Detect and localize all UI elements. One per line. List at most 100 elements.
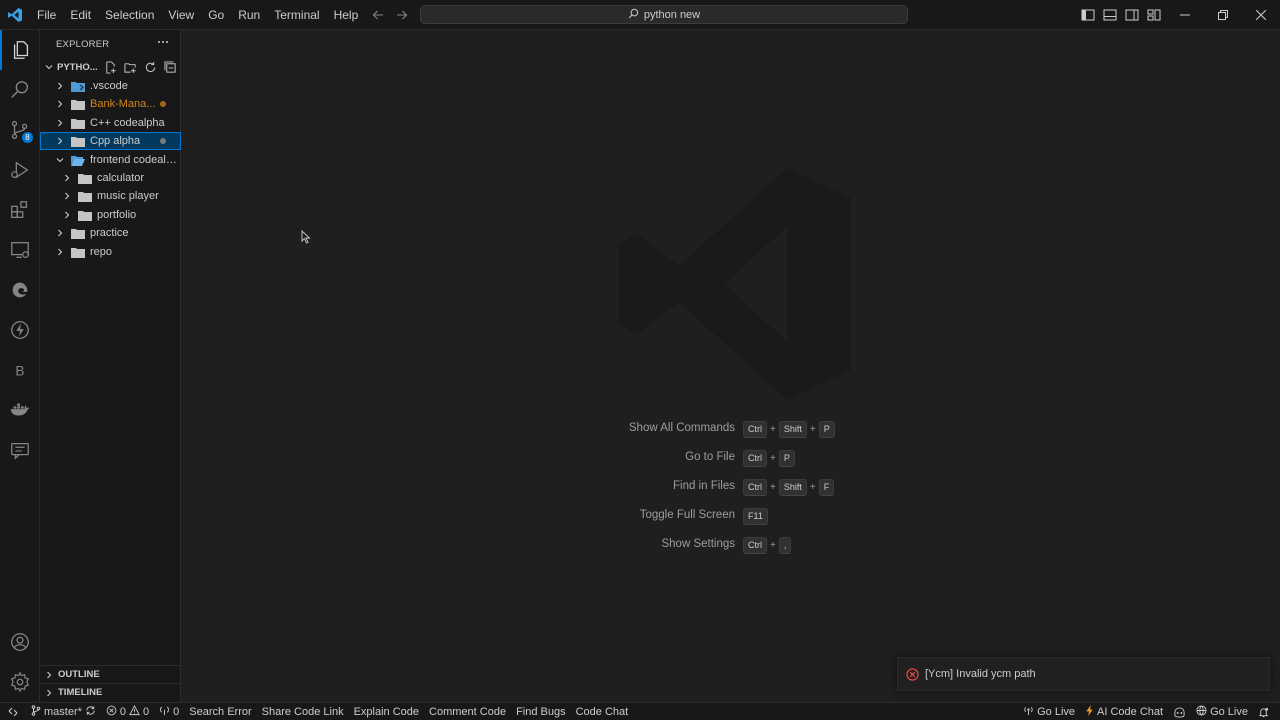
settings-gear-icon[interactable]	[0, 662, 40, 702]
menu-edit[interactable]: Edit	[63, 0, 98, 30]
refresh-icon[interactable]	[142, 59, 158, 75]
share-code-link-button[interactable]: Share Code Link	[257, 703, 349, 720]
blackbox-icon[interactable]: B	[0, 350, 40, 390]
run-debug-icon[interactable]	[0, 150, 40, 190]
menu-view[interactable]: View	[161, 0, 201, 30]
chat-icon[interactable]	[0, 430, 40, 470]
notifications-bell-icon[interactable]	[1253, 703, 1274, 720]
ports-indicator[interactable]: 0	[154, 703, 184, 720]
chevron-right-icon	[61, 190, 73, 202]
problems-indicator[interactable]: 0 0	[101, 703, 154, 720]
tree-item-vscode[interactable]: .vscode	[40, 77, 181, 95]
toggle-primary-sidebar-icon[interactable]	[1080, 7, 1096, 23]
keybinding: Ctrl + P	[743, 449, 795, 467]
extensions-icon[interactable]	[0, 190, 40, 230]
explorer-icon[interactable]	[0, 30, 40, 70]
tree-item-portfolio[interactable]: portfolio	[40, 206, 181, 224]
accounts-icon[interactable]	[0, 622, 40, 662]
forward-arrow-icon[interactable]	[394, 7, 410, 23]
shortcut-go-to-file[interactable]: Go to File Ctrl + P	[181, 449, 1280, 469]
chevron-right-icon	[54, 246, 66, 258]
menu-terminal[interactable]: Terminal	[267, 0, 326, 30]
command-center-search[interactable]: python new	[420, 5, 908, 24]
chevron-right-icon	[54, 117, 66, 129]
tree-item-cpp-alpha[interactable]: Cpp alpha	[40, 132, 181, 150]
remote-indicator-icon[interactable]	[0, 703, 26, 720]
go-live-server-button[interactable]: Go Live	[1191, 703, 1253, 720]
copilot-icon[interactable]	[1168, 703, 1191, 720]
vscode-watermark-icon	[615, 164, 855, 404]
key: Ctrl	[743, 536, 767, 554]
toggle-panel-icon[interactable]	[1102, 7, 1118, 23]
find-bugs-button[interactable]: Find Bugs	[511, 703, 571, 720]
toggle-secondary-sidebar-icon[interactable]	[1124, 7, 1140, 23]
tree-item-label: practice	[90, 227, 129, 239]
new-file-icon[interactable]	[102, 59, 118, 75]
collapse-all-icon[interactable]	[162, 59, 178, 75]
timeline-section[interactable]: TIMELINE	[40, 683, 181, 701]
folder-icon	[70, 227, 86, 239]
ai-code-chat-button[interactable]: AI Code Chat	[1080, 703, 1168, 720]
edge-devtools-icon[interactable]	[0, 270, 40, 310]
comment-code-button[interactable]: Comment Code	[424, 703, 511, 720]
ai-code-chat-label: AI Code Chat	[1097, 706, 1164, 718]
outline-label: OUTLINE	[58, 669, 100, 680]
folder-icon	[77, 190, 93, 202]
svg-text:B: B	[15, 364, 24, 379]
new-folder-icon[interactable]	[122, 59, 138, 75]
tree-item-cpp-codealpha[interactable]: C++ codealpha	[40, 114, 181, 132]
git-branch-icon	[31, 704, 41, 719]
tree-item-label: C++ codealpha	[90, 117, 165, 129]
folder-icon	[70, 117, 86, 129]
menu-help[interactable]: Help	[327, 0, 366, 30]
keybinding: F11	[743, 507, 768, 525]
lightning-icon[interactable]	[0, 310, 40, 350]
notification-message: [Ycm] Invalid ycm path	[925, 668, 1036, 680]
search-error-button[interactable]: Search Error	[184, 703, 256, 720]
go-live-label: Go Live	[1037, 706, 1076, 718]
command-center-text: python new	[643, 8, 701, 21]
more-actions-icon[interactable]	[155, 34, 171, 50]
tree-item-repo[interactable]: repo	[40, 243, 181, 261]
search-icon[interactable]	[0, 70, 40, 110]
shortcut-show-all-commands[interactable]: Show All Commands Ctrl + Shift + P	[181, 420, 1280, 440]
explain-code-button[interactable]: Explain Code	[349, 703, 424, 720]
keybinding: Ctrl + Shift + F	[743, 478, 835, 496]
shortcut-toggle-full-screen[interactable]: Toggle Full Screen F11	[181, 507, 1280, 527]
restore-icon[interactable]	[1204, 0, 1242, 30]
tree-item-practice[interactable]: practice	[40, 224, 181, 242]
mouse-cursor-icon	[301, 229, 311, 244]
go-live-button[interactable]: Go Live	[1018, 703, 1080, 720]
sync-icon[interactable]	[85, 705, 96, 719]
keybinding: Ctrl + Shift + P	[743, 420, 835, 438]
menu-selection[interactable]: Selection	[98, 0, 161, 30]
workspace-header[interactable]: PYTHO...	[40, 58, 181, 76]
minimize-icon[interactable]	[1166, 0, 1204, 30]
menu-run[interactable]: Run	[231, 0, 267, 30]
chevron-right-icon	[43, 669, 55, 681]
menu-file[interactable]: File	[30, 0, 63, 30]
error-notification[interactable]: [Ycm] Invalid ycm path	[897, 657, 1270, 691]
tree-item-bank-management[interactable]: Bank-Mana...	[40, 95, 181, 113]
close-icon[interactable]	[1242, 0, 1280, 30]
code-chat-button[interactable]: Code Chat	[571, 703, 634, 720]
menu-go[interactable]: Go	[201, 0, 231, 30]
chevron-right-icon	[54, 80, 66, 92]
key: P	[818, 420, 835, 438]
git-branch[interactable]: master*	[26, 703, 101, 720]
explorer-sidebar: EXPLORER PYTHO... .vscode Bank-Mana... C…	[40, 30, 181, 702]
warning-count: 0	[143, 705, 150, 718]
tree-item-frontend-codealpha[interactable]: frontend codealp...	[40, 151, 181, 169]
source-control-badge: 8	[22, 132, 33, 143]
back-arrow-icon[interactable]	[370, 7, 386, 23]
shortcut-find-in-files[interactable]: Find in Files Ctrl + Shift + F	[181, 478, 1280, 498]
key: ,	[778, 536, 792, 554]
docker-icon[interactable]	[0, 390, 40, 430]
shortcut-show-settings[interactable]: Show Settings Ctrl + ,	[181, 536, 1280, 556]
customize-layout-icon[interactable]	[1146, 7, 1162, 23]
tree-item-music-player[interactable]: music player	[40, 187, 181, 205]
remote-explorer-icon[interactable]	[0, 230, 40, 270]
source-control-icon[interactable]: 8	[0, 110, 40, 150]
tree-item-calculator[interactable]: calculator	[40, 169, 181, 187]
outline-section[interactable]: OUTLINE	[40, 665, 181, 683]
